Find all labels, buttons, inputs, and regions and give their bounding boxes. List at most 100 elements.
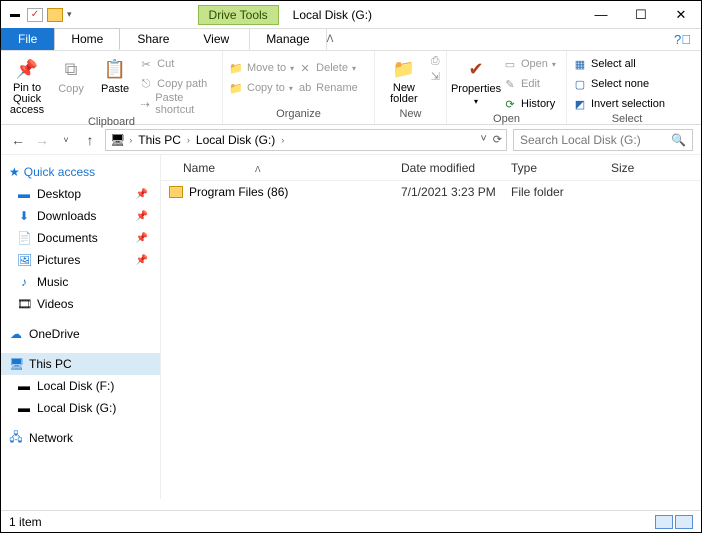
col-header-date[interactable]: Date modified <box>401 161 511 175</box>
properties-button[interactable]: ✔ Properties ▾ <box>453 55 499 106</box>
quick-access-header[interactable]: ★Quick access <box>1 161 160 183</box>
help-icon[interactable]: ?⃝ <box>674 32 691 47</box>
group-label-new: New <box>381 108 440 122</box>
delete-button[interactable]: ✕Delete▾ <box>298 59 358 77</box>
tab-view[interactable]: View <box>186 28 246 50</box>
refresh-icon[interactable]: ⟳ <box>493 133 502 146</box>
maximize-button[interactable]: ☐ <box>621 2 661 28</box>
search-placeholder: Search Local Disk (G:) <box>520 133 641 147</box>
tab-home[interactable]: Home <box>54 28 120 50</box>
nav-forward-button[interactable]: → <box>33 132 51 148</box>
search-icon: 🔍 <box>671 133 686 147</box>
nav-desktop[interactable]: ▬Desktop📌 <box>1 183 160 205</box>
file-row[interactable]: Program Files (86) 7/1/2021 3:23 PM File… <box>161 181 701 203</box>
nav-music[interactable]: ♪Music <box>1 271 160 293</box>
breadcrumb-location[interactable]: Local Disk (G:) <box>194 133 277 147</box>
nav-recent-dropdown[interactable]: ˅ <box>57 135 75 145</box>
nav-pictures[interactable]: 🖼Pictures📌 <box>1 249 160 271</box>
copypath-icon: ⎋ <box>139 78 153 91</box>
paste-button[interactable]: 📋 Paste <box>95 55 135 95</box>
nav-local-disk-g[interactable]: ▬Local Disk (G:) <box>1 397 160 419</box>
group-label-select: Select <box>573 113 681 127</box>
paste-icon: 📋 <box>101 57 129 81</box>
ribbon-collapse-icon[interactable]: ᐱ <box>327 34 334 45</box>
tab-file[interactable]: File <box>1 28 54 50</box>
copy-path-button[interactable]: ⎋Copy path <box>139 75 216 93</box>
history-button[interactable]: ⟳History <box>503 95 556 113</box>
window-title: Local Disk (G:) <box>293 8 372 22</box>
contextual-tab-header: Drive Tools <box>198 5 279 25</box>
view-details-icon[interactable] <box>655 515 673 529</box>
nav-network[interactable]: 🖧Network <box>1 427 160 449</box>
onedrive-icon: ☁ <box>9 327 23 341</box>
nav-local-disk-f[interactable]: ▬Local Disk (F:) <box>1 375 160 397</box>
delete-icon: ✕ <box>298 62 312 75</box>
pictures-icon: 🖼 <box>17 253 31 267</box>
col-header-name[interactable]: Nameᐱ <box>161 161 401 175</box>
file-name: Program Files (86) <box>189 185 288 199</box>
cut-button[interactable]: ✂Cut <box>139 55 216 73</box>
copy-icon: ⧉ <box>57 57 85 81</box>
select-all-button[interactable]: ▦Select all <box>573 55 665 73</box>
documents-icon: 📄 <box>17 231 31 245</box>
col-header-size[interactable]: Size <box>611 161 701 175</box>
nav-onedrive[interactable]: ☁OneDrive <box>1 323 160 345</box>
invert-selection-button[interactable]: ◩Invert selection <box>573 95 665 113</box>
navigation-pane[interactable]: ★Quick access ▬Desktop📌 ⬇Downloads📌 📄Doc… <box>1 155 161 499</box>
copy-to-button[interactable]: 📁Copy to▾ <box>229 79 294 97</box>
pin-icon: 📌 <box>136 189 148 200</box>
pin-icon: 📌 <box>136 233 148 244</box>
edit-icon: ✎ <box>503 78 517 91</box>
thispc-icon: 🖥 <box>110 133 125 147</box>
tab-manage[interactable]: Manage <box>249 28 326 50</box>
properties-icon: ✔ <box>462 57 490 81</box>
open-button[interactable]: ▭Open▾ <box>503 55 556 73</box>
pin-icon: 📌 <box>136 255 148 266</box>
copyto-icon: 📁 <box>229 82 243 95</box>
minimize-button[interactable]: — <box>581 2 621 28</box>
pin-icon: 📌 <box>13 57 41 81</box>
tab-share[interactable]: Share <box>120 28 186 50</box>
music-icon: ♪ <box>17 275 31 289</box>
nav-documents[interactable]: 📄Documents📌 <box>1 227 160 249</box>
select-none-button[interactable]: ▢Select none <box>573 75 665 93</box>
breadcrumb-thispc[interactable]: This PC <box>136 133 183 147</box>
nav-up-button[interactable]: ↑ <box>81 132 99 148</box>
nav-videos[interactable]: 🎞Videos <box>1 293 160 315</box>
qat-dropdown-icon[interactable]: ▾ <box>67 9 72 20</box>
pin-icon: 📌 <box>136 211 148 222</box>
thispc-icon: 🖥 <box>9 357 23 371</box>
group-label-open: Open <box>453 113 560 127</box>
address-bar[interactable]: 🖥 › This PC › Local Disk (G:) › ˅ ⟳ <box>105 129 507 151</box>
col-header-type[interactable]: Type <box>511 161 611 175</box>
disk-icon: ▬ <box>17 379 31 393</box>
nav-back-button[interactable]: ← <box>9 132 27 148</box>
nav-downloads[interactable]: ⬇Downloads📌 <box>1 205 160 227</box>
downloads-icon: ⬇ <box>17 209 31 223</box>
videos-icon: 🎞 <box>17 297 31 311</box>
new-item-icon[interactable]: ⎙ <box>431 55 440 68</box>
copy-button[interactable]: ⧉ Copy <box>51 55 91 95</box>
chevron-icon[interactable]: › <box>281 135 284 145</box>
qat-newfolder-icon[interactable] <box>47 8 63 22</box>
view-large-icon[interactable] <box>675 515 693 529</box>
chevron-icon[interactable]: › <box>187 135 190 145</box>
new-folder-button[interactable]: 📁 New folder <box>381 55 427 105</box>
status-item-count: 1 item <box>9 515 42 529</box>
paste-shortcut-button[interactable]: ⇢Paste shortcut <box>139 95 216 113</box>
chevron-icon[interactable]: › <box>129 135 132 145</box>
address-dropdown-icon[interactable]: ˅ <box>480 133 486 146</box>
move-to-button[interactable]: 📁Move to▾ <box>229 59 294 77</box>
easy-access-icon[interactable]: ⇲ <box>431 70 440 83</box>
rename-button[interactable]: abRename <box>298 79 358 97</box>
pin-quick-access-button[interactable]: 📌 Pin to Quick access <box>7 55 47 116</box>
qat-properties-icon[interactable]: ✓ <box>27 8 43 22</box>
rename-icon: ab <box>298 82 312 94</box>
file-list[interactable]: Nameᐱ Date modified Type Size Program Fi… <box>161 155 701 499</box>
invert-icon: ◩ <box>573 98 587 111</box>
edit-button[interactable]: ✎Edit <box>503 75 556 93</box>
shortcut-icon: ⇢ <box>139 98 151 111</box>
close-button[interactable]: ✕ <box>661 2 701 28</box>
search-input[interactable]: Search Local Disk (G:) 🔍 <box>513 129 693 151</box>
nav-thispc[interactable]: 🖥This PC <box>1 353 160 375</box>
